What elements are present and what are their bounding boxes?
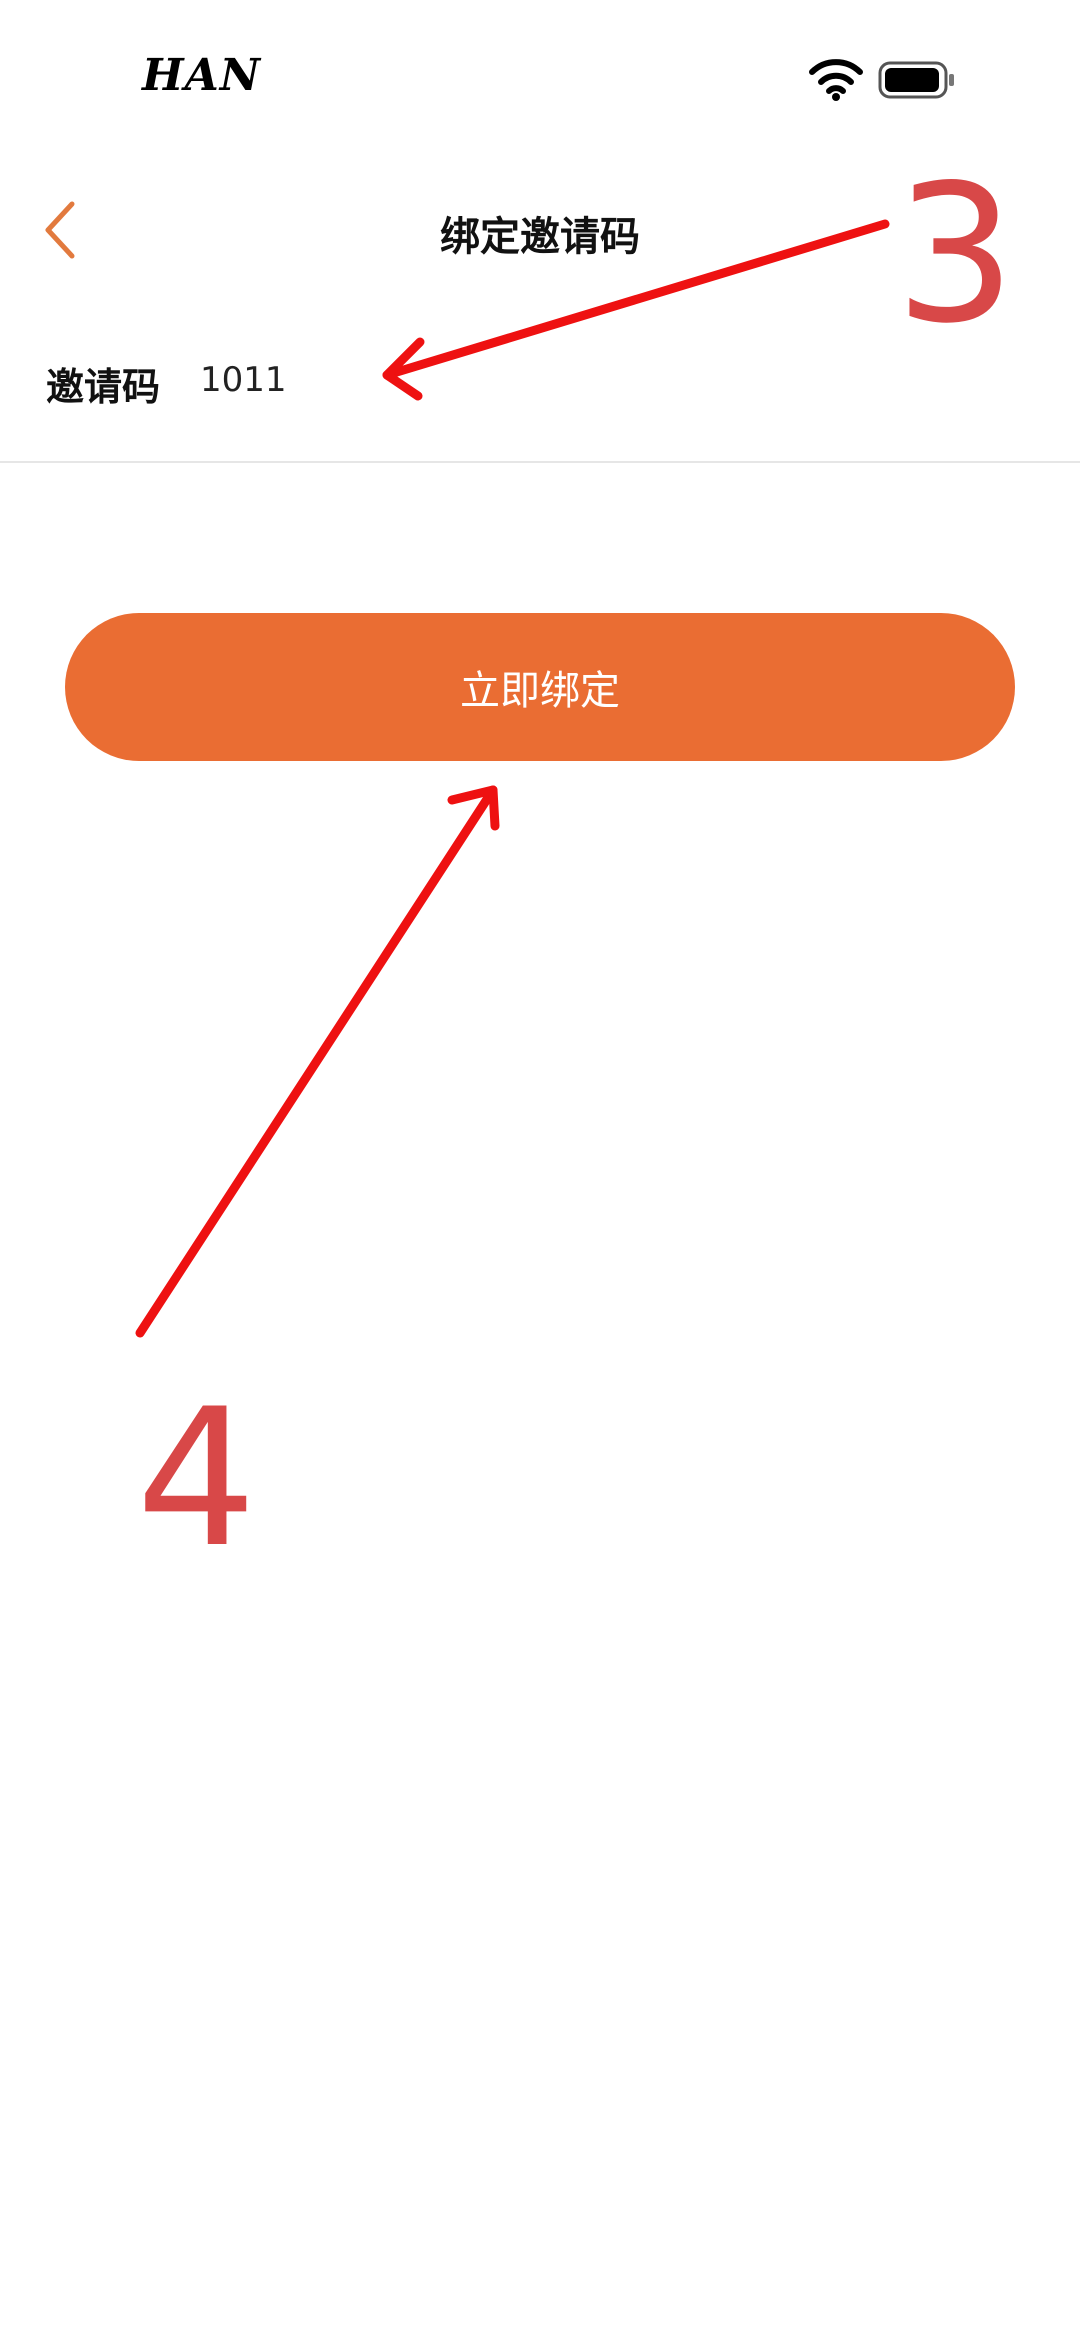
- invite-code-row: 邀请码: [0, 320, 1080, 460]
- battery-icon: [878, 61, 954, 99]
- nav-bar: 绑定邀请码: [0, 160, 1080, 300]
- invite-code-input[interactable]: [200, 350, 700, 410]
- divider: [0, 461, 1080, 463]
- status-bar: HAN: [0, 0, 1080, 150]
- wifi-icon: [809, 59, 863, 101]
- annotation-arrow-4: [135, 785, 500, 1338]
- carrier-label: HAN: [142, 50, 261, 101]
- invite-code-label: 邀请码: [46, 365, 161, 409]
- page-title: 绑定邀请码: [440, 214, 640, 260]
- bind-now-button[interactable]: 立即绑定: [65, 613, 1015, 761]
- annotation-number-4: 4: [136, 1368, 257, 1589]
